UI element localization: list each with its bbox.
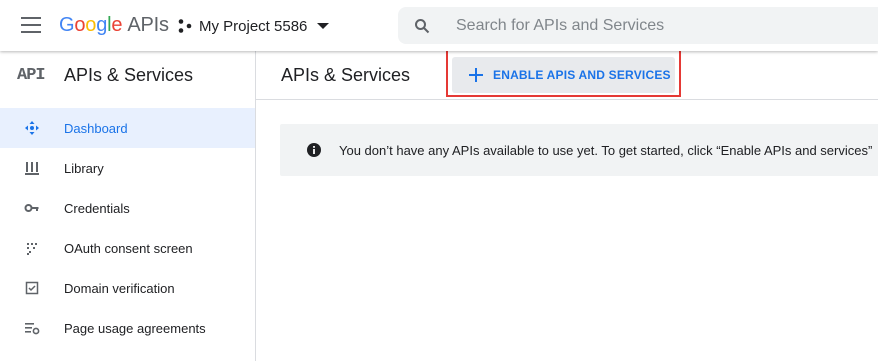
logo-suffix: APIs (127, 14, 169, 36)
logo-letter: o (74, 14, 86, 36)
plus-icon (469, 68, 483, 82)
project-name: My Project 5586 (199, 17, 308, 35)
logo-letter: o (85, 14, 97, 36)
menu-icon[interactable] (21, 17, 41, 33)
enable-apis-button-label: ENABLE APIS AND SERVICES (493, 68, 671, 82)
sidebar-item-page-usage-agreements[interactable]: Page usage agreements (0, 308, 255, 348)
key-icon (24, 200, 40, 216)
project-selector[interactable]: My Project 5586 (178, 15, 330, 37)
project-icon (178, 19, 192, 33)
sidebar-item-dashboard[interactable]: Dashboard (0, 108, 255, 148)
caret-down-icon (317, 23, 330, 29)
oauth-consent-icon (24, 240, 40, 256)
api-badge-icon: API (17, 65, 46, 85)
sidebar-item-label: Library (64, 160, 104, 176)
sidebar-item-label: OAuth consent screen (64, 240, 193, 256)
sidebar-item-credentials[interactable]: Credentials (0, 188, 255, 228)
checkbox-icon (24, 280, 40, 296)
page-title: APIs & Services (281, 65, 411, 85)
sidebar-nav: Dashboard Library Credentials OAuth cons… (0, 108, 255, 348)
search-bar[interactable] (398, 7, 878, 44)
logo-letter: G (59, 14, 75, 36)
main-header: APIs & Services ENABLE APIS AND SERVICES (256, 51, 878, 100)
sidebar-header: API APIs & Services (0, 51, 255, 99)
sidebar-item-label: Domain verification (64, 280, 175, 296)
sidebar-item-oauth-consent-screen[interactable]: OAuth consent screen (0, 228, 255, 268)
top-bar: Google APIs My Project 5586 (0, 0, 878, 51)
logo-letter: g (96, 14, 108, 36)
logo-letter: e (111, 14, 123, 36)
google-apis-logo[interactable]: Google APIs (59, 14, 169, 37)
sidebar-item-library[interactable]: Library (0, 148, 255, 188)
sidebar-title: APIs & Services (64, 64, 194, 85)
sidebar-item-label: Dashboard (64, 120, 128, 136)
sidebar-item-label: Credentials (64, 200, 130, 216)
info-notice: You don’t have any APIs available to use… (280, 124, 878, 176)
sidebar-item-domain-verification[interactable]: Domain verification (0, 268, 255, 308)
notice-text: You don’t have any APIs available to use… (339, 142, 873, 158)
library-icon (24, 160, 40, 176)
search-icon (415, 18, 430, 33)
sidebar-item-label: Page usage agreements (64, 320, 206, 336)
enable-apis-button[interactable]: ENABLE APIS AND SERVICES (452, 57, 675, 93)
dashboard-icon (24, 120, 40, 136)
settings-list-icon (24, 320, 40, 336)
info-icon (307, 143, 321, 157)
sidebar: API APIs & Services Dashboard Library Cr… (0, 51, 256, 361)
search-input[interactable] (454, 15, 858, 36)
